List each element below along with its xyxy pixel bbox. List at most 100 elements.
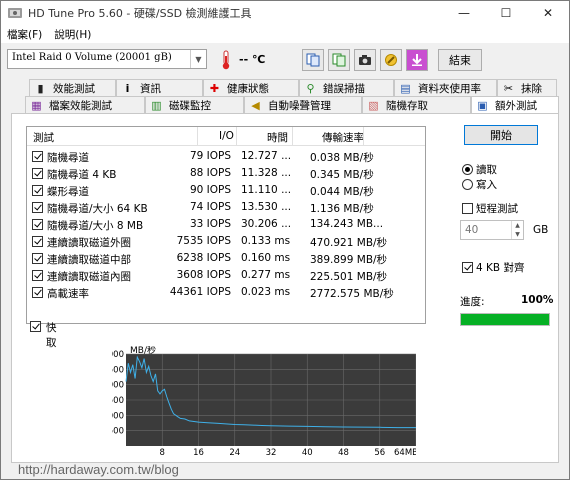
save-button[interactable] [406, 49, 428, 71]
write-radio[interactable] [462, 179, 473, 190]
row-checkbox[interactable] [32, 219, 43, 230]
benchmark-icon: ▮ [37, 81, 44, 95]
row-checkbox[interactable] [32, 202, 43, 213]
header-time[interactable]: 時間 [267, 130, 288, 145]
tab-erase[interactable]: ✂ 抹除 [497, 79, 557, 96]
table-row[interactable]: 隨機尋道/大小 8 MB 33 IOPS 30.206 ... 134.243 MB.… [27, 217, 425, 233]
tab-aam[interactable]: ◀ 自動噪聲管理 [244, 96, 362, 113]
folder-icon: ▤ [400, 81, 411, 95]
tab-extra-tests[interactable]: ▣ 額外測試 [471, 96, 559, 114]
row-io: 6238 IOPS [176, 252, 231, 264]
maximize-button[interactable]: ☐ [485, 1, 527, 25]
progress-label: 進度: [460, 296, 485, 308]
row-time: 0.277 ms [241, 269, 291, 281]
table-row[interactable]: 高載速率 44361 IOPS 0.023 ms 2772.575 MB/秒 [27, 285, 425, 301]
table-row[interactable]: 隨機尋道 4 KB 88 IOPS 11.328 ... 0.345 MB/秒 [27, 166, 425, 182]
write-label: 寫入 [476, 179, 497, 191]
menu-help[interactable]: 說明(H) [48, 27, 97, 42]
minimize-button[interactable]: — [443, 1, 485, 25]
short-test-checkbox[interactable] [462, 203, 473, 214]
tab-folder-usage[interactable]: ▤ 資料夾使用率 [394, 79, 497, 96]
thermometer-icon [222, 50, 230, 70]
menu-file[interactable]: 檔案(F) [1, 27, 48, 42]
tab-label: 資料夾使用率 [418, 82, 481, 95]
header-rate[interactable]: 傳輸速率 [322, 130, 364, 145]
drive-select-value: Intel Raid 0 Volume (20001 gB) [12, 52, 172, 63]
copy-text-button[interactable] [302, 49, 324, 71]
test-size-unit: GB [533, 224, 549, 236]
row-test-name: 蝶形尋道 [47, 186, 89, 198]
progress-bar-fill [461, 314, 549, 325]
exit-button[interactable]: 結束 [438, 49, 482, 71]
extra-tests-icon: ▣ [477, 99, 488, 112]
row-checkbox[interactable] [32, 287, 43, 298]
copy-all-button[interactable] [328, 49, 350, 71]
header-test[interactable]: 測試 [33, 130, 54, 145]
download-arrow-icon [412, 54, 422, 66]
row-io: 88 IOPS [189, 167, 231, 179]
read-label: 讀取 [476, 164, 497, 176]
align-4kb-checkbox[interactable] [462, 262, 473, 273]
row-test-name: 高載速率 [47, 288, 89, 300]
chart-y-tick-label: 2500 [112, 365, 124, 375]
toolbar: Intel Raid 0 Volume (20001 gB) ▼ -- ℃ 結束 [1, 44, 569, 76]
table-row[interactable]: 隨機尋道/大小 64 KB 74 IOPS 13.530 ... 1.136 MB/秒 [27, 200, 425, 216]
cache-checkbox[interactable] [30, 321, 41, 332]
tab-label: 錯誤掃描 [323, 82, 365, 95]
tab-label: 檔案效能測試 [49, 99, 112, 112]
table-row[interactable]: 連續讀取磁道外圈 7535 IOPS 0.133 ms 470.921 MB/秒 [27, 234, 425, 250]
spinner-arrows-icon[interactable]: ▲ ▼ [511, 221, 523, 239]
tab-info[interactable]: i 資訊 [116, 79, 203, 96]
health-cross-icon: ✚ [209, 81, 220, 95]
tab-disk-monitor[interactable]: ▥ 磁碟監控 [145, 96, 244, 113]
header-io[interactable]: I/O [219, 130, 234, 142]
table-row[interactable]: 蝶形尋道 90 IOPS 11.110 ... 0.044 MB/秒 [27, 183, 425, 199]
wrench-icon [385, 54, 397, 66]
tab-label: 效能測試 [53, 82, 95, 95]
table-row[interactable]: 連續讀取磁道內圈 3608 IOPS 0.277 ms 225.501 MB/秒 [27, 268, 425, 284]
monitor-chart-icon: ▥ [151, 98, 162, 112]
row-checkbox[interactable] [32, 270, 43, 281]
tab-benchmark[interactable]: ▮ 效能測試 [29, 79, 116, 96]
start-button[interactable]: 開始 [464, 125, 538, 145]
row-checkbox[interactable] [32, 236, 43, 247]
tab-label: 健康狀態 [227, 82, 269, 95]
short-test-label: 短程測試 [476, 203, 518, 215]
table-row[interactable]: 連續讀取磁道中部 6238 IOPS 0.160 ms 389.899 MB/秒 [27, 251, 425, 267]
chart-y-tick-label: 2000 [112, 381, 124, 391]
row-time: 11.110 ... [241, 184, 292, 196]
file-benchmark-icon: ▦ [31, 98, 42, 112]
row-checkbox[interactable] [32, 168, 43, 179]
screenshot-button[interactable] [354, 49, 376, 71]
row-checkbox[interactable] [32, 151, 43, 162]
close-button[interactable]: ✕ [527, 1, 569, 25]
watermark-url: http://hardaway.com.tw/blog [18, 462, 179, 477]
row-checkbox[interactable] [32, 185, 43, 196]
row-rate: 225.501 MB/秒 [310, 271, 388, 283]
tab-random-access[interactable]: ▧ 隨機存取 [362, 96, 471, 113]
row-io: 3608 IOPS [176, 269, 231, 281]
chart-x-tick-label: 40 [302, 448, 313, 458]
test-size-spinner[interactable]: 40 ▲ ▼ [460, 220, 524, 240]
tab-file-benchmark[interactable]: ▦ 檔案效能測試 [25, 96, 145, 113]
tab-error-scan[interactable]: ⚲ 錯誤掃描 [299, 79, 394, 96]
chart-y-tick-label: 3000 [112, 350, 124, 360]
tab-health[interactable]: ✚ 健康狀態 [203, 79, 299, 96]
row-io: 79 IOPS [189, 150, 231, 162]
options-button[interactable] [380, 49, 402, 71]
read-radio[interactable] [462, 164, 473, 175]
row-rate: 0.038 MB/秒 [310, 152, 374, 164]
camera-icon [359, 55, 371, 65]
row-io: 33 IOPS [189, 218, 231, 230]
hdtune-app-icon [8, 8, 22, 18]
progress-bar [460, 313, 550, 326]
row-time: 0.133 ms [241, 235, 291, 247]
row-checkbox[interactable] [32, 253, 43, 264]
chart-x-tick-label: 32 [266, 448, 277, 458]
table-row[interactable]: 隨機尋道 79 IOPS 12.727 ... 0.038 MB/秒 [27, 149, 425, 165]
drive-select[interactable]: Intel Raid 0 Volume (20001 gB) ▼ [7, 49, 207, 69]
row-time: 30.206 ... [241, 218, 292, 230]
app-window: HD Tune Pro 5.60 - 硬碟/SSD 檢測維護工具 — ☐ ✕ 檔… [0, 0, 570, 480]
row-test-name: 隨機尋道 4 KB [47, 169, 117, 181]
random-access-icon: ▧ [368, 98, 379, 112]
